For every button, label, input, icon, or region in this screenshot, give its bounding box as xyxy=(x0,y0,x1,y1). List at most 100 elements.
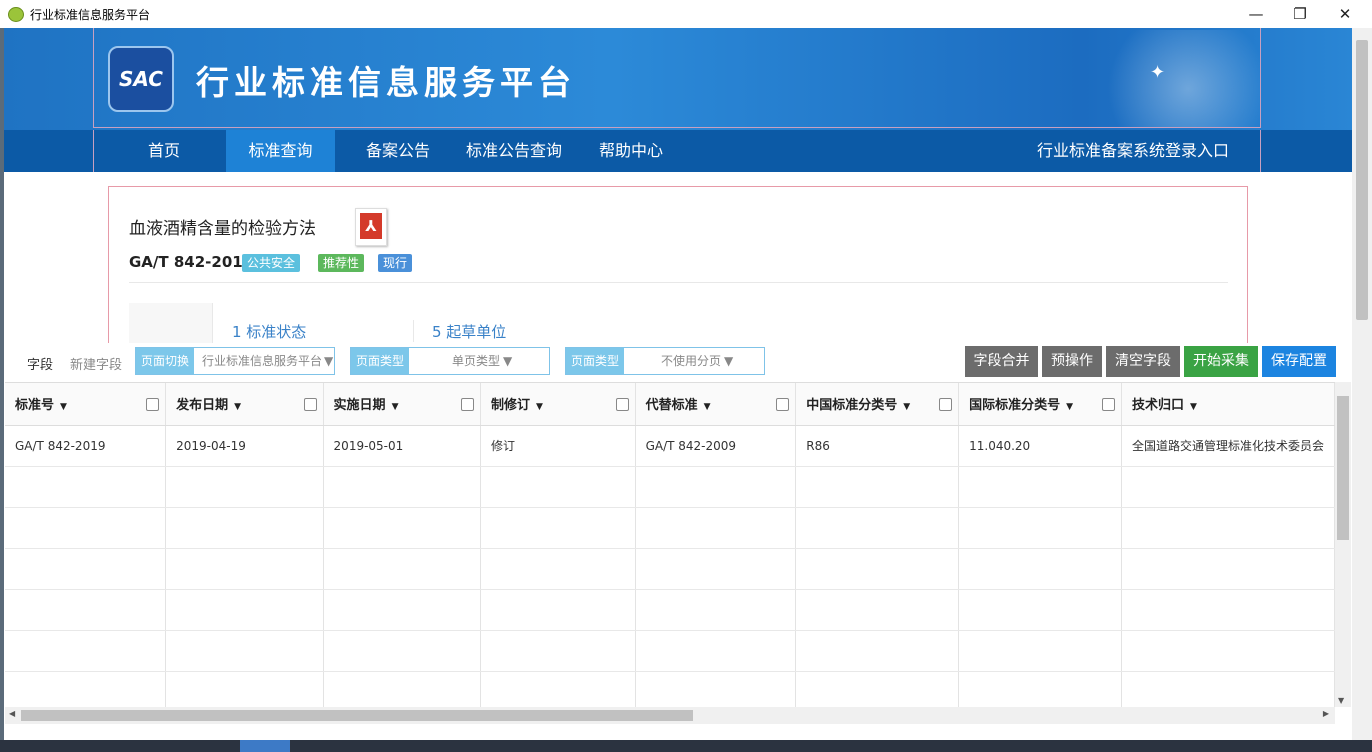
column-header[interactable]: 代替标准 ▼ xyxy=(635,383,797,426)
column-header[interactable]: 中国标准分类号 ▼ xyxy=(795,383,960,426)
minimize-button[interactable]: — xyxy=(1238,4,1274,24)
sort-caret-icon[interactable]: ▼ xyxy=(536,402,543,412)
table-cell[interactable]: 修订 xyxy=(480,425,636,467)
table-cell[interactable] xyxy=(635,589,797,631)
column-checkbox[interactable] xyxy=(303,398,317,411)
pre-operation-button[interactable]: 预操作 xyxy=(1042,346,1102,377)
sac-logo[interactable]: SAC xyxy=(108,46,174,112)
table-cell[interactable] xyxy=(165,507,324,549)
table-cell[interactable] xyxy=(958,671,1122,708)
table-cell[interactable] xyxy=(1121,589,1335,631)
page-vertical-scrollbar[interactable] xyxy=(1352,28,1372,748)
clear-fields-button[interactable]: 清空字段 xyxy=(1106,346,1180,377)
table-cell[interactable] xyxy=(480,589,636,631)
table-cell[interactable] xyxy=(635,630,797,672)
nav-login-entry[interactable]: 行业标准备案系统登录入口 xyxy=(1028,130,1238,172)
table-row[interactable]: GA/T 842-2019 2019-04-19 2019-05-01 修订 G… xyxy=(5,425,1335,467)
column-checkbox[interactable] xyxy=(615,398,629,411)
table-cell[interactable] xyxy=(5,507,167,549)
table-cell[interactable] xyxy=(958,507,1122,549)
table-row[interactable] xyxy=(5,466,1335,508)
table-cell[interactable] xyxy=(5,466,167,508)
table-vscroll-thumb[interactable] xyxy=(1337,396,1349,540)
table-cell[interactable] xyxy=(1121,507,1335,549)
table-row[interactable] xyxy=(5,507,1335,549)
table-cell[interactable] xyxy=(480,507,636,549)
merge-fields-button[interactable]: 字段合并 xyxy=(965,346,1038,377)
column-header[interactable]: 国际标准分类号 ▼ xyxy=(958,383,1122,426)
sort-caret-icon[interactable]: ▼ xyxy=(234,402,241,412)
table-cell[interactable] xyxy=(5,630,167,672)
start-collect-button[interactable]: 开始采集 xyxy=(1184,346,1258,377)
table-cell[interactable] xyxy=(323,630,481,672)
tab-standard-status[interactable]: 1 标准状态 xyxy=(232,321,306,342)
table-cell[interactable] xyxy=(323,589,481,631)
table-cell[interactable]: GA/T 842-2019 xyxy=(5,425,167,467)
maximize-button[interactable]: ❐ xyxy=(1282,4,1318,24)
nav-item-notice-query[interactable]: 标准公告查询 xyxy=(456,130,572,172)
table-cell[interactable] xyxy=(165,630,324,672)
column-checkbox[interactable] xyxy=(460,398,474,411)
sort-caret-icon[interactable]: ▼ xyxy=(1066,402,1073,412)
table-cell[interactable]: 2019-04-19 xyxy=(165,425,324,467)
table-cell[interactable] xyxy=(958,630,1122,672)
table-row[interactable] xyxy=(5,548,1335,590)
column-header[interactable]: 实施日期 ▼ xyxy=(323,383,481,426)
table-row[interactable] xyxy=(5,671,1335,708)
table-cell[interactable] xyxy=(958,548,1122,590)
table-cell[interactable] xyxy=(165,589,324,631)
column-header[interactable]: 发布日期 ▼ xyxy=(165,383,324,426)
table-cell[interactable] xyxy=(165,548,324,590)
table-cell[interactable] xyxy=(795,630,960,672)
table-cell[interactable] xyxy=(635,548,797,590)
table-cell[interactable] xyxy=(795,589,960,631)
table-cell[interactable] xyxy=(5,548,167,590)
table-cell[interactable] xyxy=(480,671,636,708)
new-field-button[interactable]: 新建字段 xyxy=(70,354,122,373)
table-cell[interactable]: 11.040.20 xyxy=(958,425,1122,467)
table-cell[interactable]: 全国道路交通管理标准化技术委员会 xyxy=(1121,425,1335,467)
table-row[interactable] xyxy=(5,630,1335,672)
table-cell[interactable] xyxy=(480,466,636,508)
table-cell[interactable] xyxy=(5,589,167,631)
table-cell[interactable] xyxy=(1121,671,1335,708)
table-cell[interactable] xyxy=(480,630,636,672)
table-cell[interactable] xyxy=(5,671,167,708)
table-cell[interactable] xyxy=(165,466,324,508)
table-cell[interactable] xyxy=(635,671,797,708)
page-switch-select[interactable]: 页面切换 行业标准信息服务平台 ▼ xyxy=(135,347,335,375)
sort-caret-icon[interactable]: ▼ xyxy=(1190,402,1197,412)
sort-caret-icon[interactable]: ▼ xyxy=(60,402,67,412)
table-cell[interactable] xyxy=(165,671,324,708)
table-row[interactable] xyxy=(5,589,1335,631)
table-cell[interactable] xyxy=(1121,630,1335,672)
pdf-icon[interactable]: ⅄ xyxy=(355,208,387,246)
column-checkbox[interactable] xyxy=(1101,398,1115,411)
table-hscroll-thumb[interactable] xyxy=(21,710,693,721)
table-cell[interactable] xyxy=(323,671,481,708)
paging-select[interactable]: 页面类型 不使用分页 ▼ xyxy=(565,347,765,375)
table-cell[interactable] xyxy=(958,589,1122,631)
sort-caret-icon[interactable]: ▼ xyxy=(903,402,910,412)
taskbar-active-item[interactable] xyxy=(240,740,290,752)
nav-item-standard-query[interactable]: 标准查询 xyxy=(226,130,335,172)
table-cell[interactable] xyxy=(795,671,960,708)
close-button[interactable]: ✕ xyxy=(1327,4,1363,24)
table-vertical-scrollbar[interactable]: ▼ xyxy=(1335,382,1351,707)
table-cell[interactable] xyxy=(1121,466,1335,508)
tab-drafting-unit[interactable]: 5 起草单位 xyxy=(432,321,506,342)
sort-caret-icon[interactable]: ▼ xyxy=(704,402,711,412)
table-cell[interactable] xyxy=(1121,548,1335,590)
column-checkbox[interactable] xyxy=(939,398,953,411)
table-cell[interactable] xyxy=(480,548,636,590)
column-header[interactable]: 技术归口 ▼ xyxy=(1121,383,1335,426)
table-cell[interactable] xyxy=(795,507,960,549)
nav-item-filing-notice[interactable]: 备案公告 xyxy=(352,130,444,172)
scroll-right-arrow-icon[interactable]: ▶ xyxy=(1323,709,1329,718)
table-cell[interactable] xyxy=(323,507,481,549)
column-checkbox[interactable] xyxy=(146,398,160,411)
nav-item-help-center[interactable]: 帮助中心 xyxy=(588,130,674,172)
column-header[interactable]: 制修订 ▼ xyxy=(480,383,636,426)
table-cell[interactable] xyxy=(635,466,797,508)
table-cell[interactable]: 2019-05-01 xyxy=(323,425,481,467)
